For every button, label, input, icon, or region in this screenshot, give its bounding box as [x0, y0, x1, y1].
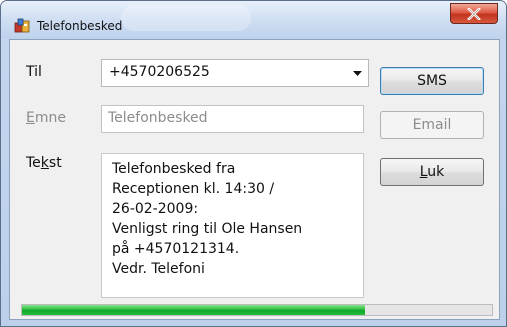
dialog-client-area: Til +4570206525 Emne Telefonbesked Tekst… [9, 39, 500, 320]
message-line: Vedr. Telefoni [112, 261, 205, 277]
text-label: Tekst [26, 155, 62, 171]
subject-label-accel: E [26, 110, 35, 126]
dialog-window: Telefonbesked Til +4570206525 Emne Telef… [0, 0, 507, 327]
text-label-accel: k [40, 155, 49, 171]
title-bar[interactable]: Telefonbesked [1, 1, 506, 39]
message-line: Telefonbesked fra [112, 161, 236, 177]
progress-fill [22, 305, 366, 315]
close-button-label: Luk [420, 164, 445, 180]
email-button[interactable]: Email [380, 111, 484, 139]
close-icon [467, 7, 481, 20]
subject-label: Emne [26, 110, 66, 126]
text-label-post: st [48, 155, 62, 171]
progress-bar [21, 304, 493, 316]
sms-button[interactable]: SMS [380, 67, 484, 95]
text-label-pre: Te [26, 155, 41, 171]
subject-label-post: mne [34, 110, 66, 126]
recipient-value: +4570206525 [109, 64, 210, 80]
window-title: Telefonbesked [37, 19, 123, 33]
close-window-button[interactable] [450, 3, 498, 24]
to-label-text: Til [26, 64, 42, 80]
close-button[interactable]: Luk [380, 158, 484, 186]
sms-button-label: SMS [417, 73, 447, 89]
chevron-down-icon[interactable] [353, 71, 362, 76]
message-line: 26-02-2009: [112, 201, 199, 217]
message-line: Receptionen kl. 14:30 / [112, 181, 275, 197]
subject-field[interactable]: Telefonbesked [101, 105, 364, 133]
message-line: på +4570121314. [112, 241, 240, 257]
recipient-combobox[interactable]: +4570206525 [101, 59, 369, 87]
message-line: Venligst ring til Ole Hansen [112, 221, 303, 237]
subject-value: Telefonbesked [108, 110, 208, 126]
message-textarea[interactable]: Telefonbesked fra Receptionen kl. 14:30 … [101, 153, 364, 298]
email-button-label: Email [412, 117, 452, 133]
close-button-rest: uk [427, 164, 445, 180]
message-app-icon [14, 18, 30, 33]
title-bar-glow [121, 5, 251, 31]
to-label: Til [26, 64, 42, 80]
